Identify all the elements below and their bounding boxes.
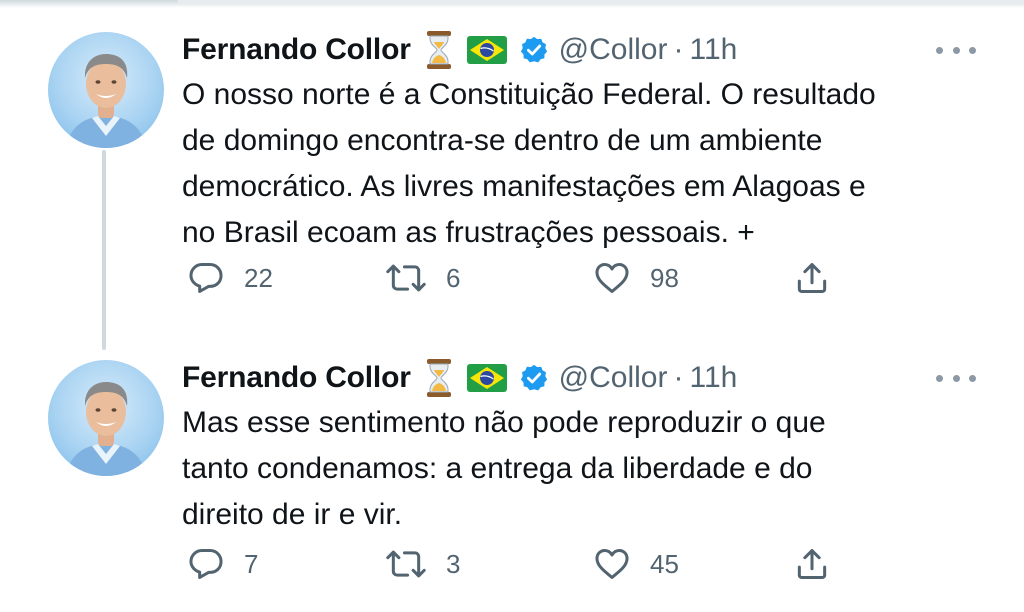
avatar[interactable] bbox=[48, 32, 164, 148]
reply-button[interactable]: 7 bbox=[186, 542, 258, 586]
like-count: 45 bbox=[650, 548, 679, 579]
reply-count: 7 bbox=[244, 548, 259, 579]
tweet-actions: 7 3 45 bbox=[182, 542, 842, 586]
more-options-icon[interactable] bbox=[936, 38, 976, 62]
header-separator: · bbox=[673, 361, 684, 394]
reply-icon bbox=[189, 263, 223, 293]
tweet-text-line: de domingo encontra-se dentro de um ambi… bbox=[182, 124, 823, 157]
tweet-text-line: direito de ir e vir. bbox=[182, 498, 403, 531]
reply-icon bbox=[189, 549, 223, 579]
avatar-portrait-icon bbox=[66, 382, 146, 476]
tweet-text-line: O nosso norte é a Constituição Federal. … bbox=[182, 78, 876, 111]
share-button[interactable] bbox=[792, 256, 832, 300]
timestamp[interactable]: 11h bbox=[689, 361, 737, 395]
retweet-icon bbox=[386, 550, 426, 578]
tweet[interactable]: Fernando Collor @Collor bbox=[0, 346, 1024, 612]
top-divider bbox=[178, 0, 1024, 4]
heart-icon bbox=[595, 263, 629, 293]
like-button[interactable]: 45 bbox=[592, 542, 679, 586]
tweet-header: Fernando Collor @Collor · 11h bbox=[182, 356, 737, 400]
author-name[interactable]: Fernando Collor bbox=[182, 33, 411, 67]
retweet-count: 6 bbox=[446, 262, 461, 293]
author-handle[interactable]: @Collor bbox=[559, 33, 668, 67]
tweet-text-line: tanto condenamos: a entrega da liberdade… bbox=[182, 452, 813, 485]
brazil-flag-icon bbox=[466, 36, 507, 64]
share-icon bbox=[797, 549, 827, 579]
tweet-text-line: Mas esse sentimento não pode reproduzir … bbox=[182, 406, 826, 439]
hourglass-icon bbox=[425, 30, 453, 70]
avatar[interactable] bbox=[48, 360, 164, 476]
tweet-text-line: democrático. As livres manifestações em … bbox=[182, 170, 866, 203]
verified-badge-icon[interactable] bbox=[519, 363, 549, 393]
author-name[interactable]: Fernando Collor bbox=[182, 361, 411, 395]
share-button[interactable] bbox=[792, 542, 832, 586]
heart-icon bbox=[595, 549, 629, 579]
tweet[interactable]: Fernando Collor @Collor bbox=[0, 18, 1024, 348]
avatar-portrait-icon bbox=[66, 54, 146, 148]
retweet-button[interactable]: 6 bbox=[384, 256, 460, 300]
hourglass-icon bbox=[425, 358, 453, 398]
tweet-actions: 22 6 98 bbox=[182, 256, 842, 300]
tweet-text: Mas esse sentimento não pode reproduzir … bbox=[182, 400, 982, 538]
tweet-text: O nosso norte é a Constituição Federal. … bbox=[182, 72, 982, 256]
share-icon bbox=[797, 263, 827, 293]
reply-button[interactable]: 22 bbox=[186, 256, 273, 300]
retweet-count: 3 bbox=[446, 548, 461, 579]
like-button[interactable]: 98 bbox=[592, 256, 679, 300]
brazil-flag-icon bbox=[466, 364, 507, 392]
verified-badge-icon[interactable] bbox=[519, 35, 549, 65]
header-separator: · bbox=[673, 33, 684, 66]
retweet-icon bbox=[386, 264, 426, 292]
tweet-text-line: no Brasil ecoam as frustrações pessoais.… bbox=[182, 216, 755, 249]
like-count: 98 bbox=[650, 262, 679, 293]
timestamp[interactable]: 11h bbox=[689, 33, 737, 67]
retweet-button[interactable]: 3 bbox=[384, 542, 460, 586]
more-options-icon[interactable] bbox=[936, 366, 976, 390]
tweet-header: Fernando Collor @Collor · 11h bbox=[182, 28, 737, 72]
author-handle[interactable]: @Collor bbox=[559, 361, 668, 395]
reply-count: 22 bbox=[244, 262, 273, 293]
